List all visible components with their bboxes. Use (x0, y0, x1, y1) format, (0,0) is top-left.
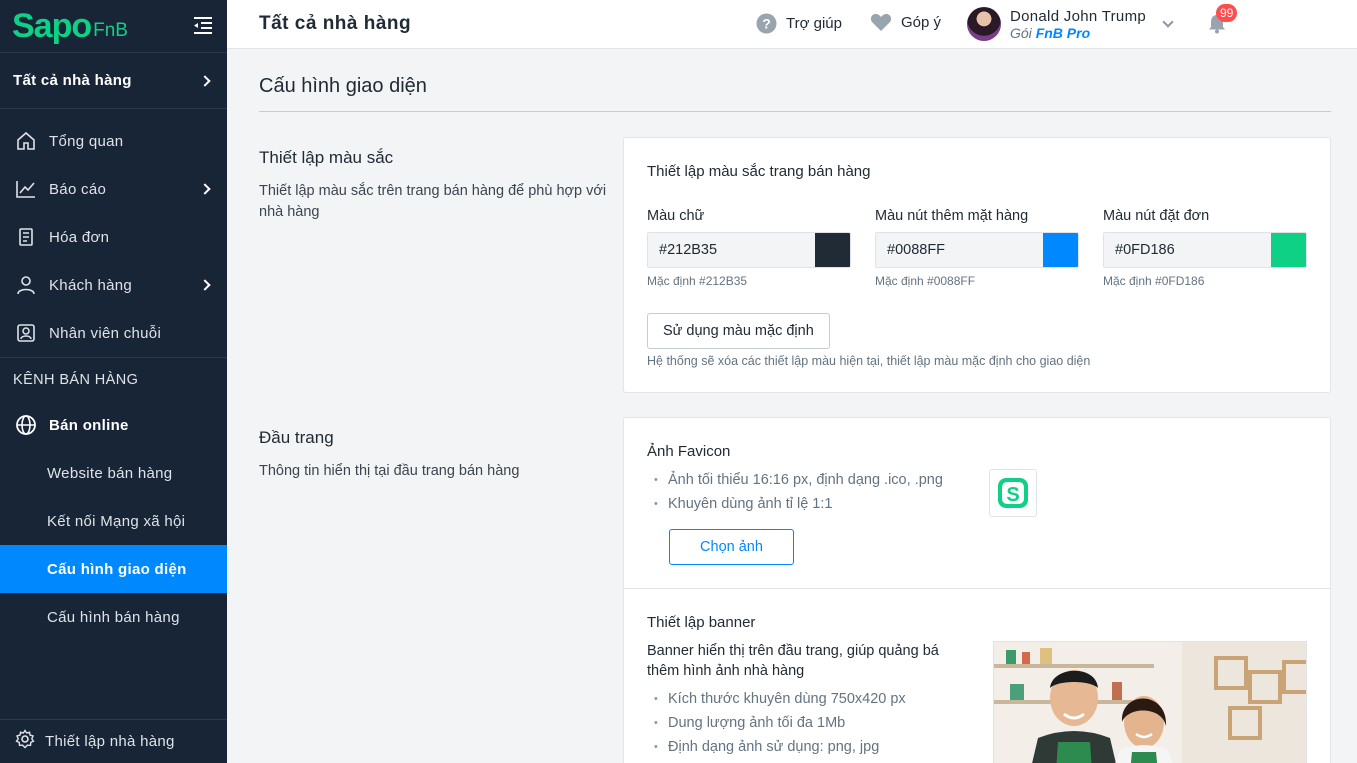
globe-icon (15, 414, 37, 436)
nav-item-reports[interactable]: Báo cáo (0, 165, 227, 213)
receipt-icon (15, 226, 37, 248)
chevron-right-icon (199, 279, 211, 291)
chart-icon (15, 178, 37, 200)
order-button-color-swatch[interactable] (1271, 233, 1306, 267)
colors-card-title: Thiết lập màu sắc trang bán hàng (647, 163, 871, 180)
reset-hint: Hệ thống sẽ xóa các thiết lập màu hiện t… (647, 354, 1091, 368)
user-menu[interactable]: Donald John Trump Gói FnB Pro (967, 7, 1174, 41)
store-selector[interactable]: Tất cả nhà hàng (0, 53, 227, 109)
svg-text:?: ? (762, 16, 771, 32)
nav-item-customers[interactable]: Khách hàng (0, 261, 227, 309)
gear-icon (15, 729, 35, 754)
banner-requirements: Kích thước khuyên dùng 750x420 px Dung l… (654, 687, 906, 759)
favicon-title: Ảnh Favicon (647, 443, 731, 460)
header-section-description: Thông tin hiển thị tại đầu trang bán hàn… (259, 463, 520, 479)
nav-item-overview[interactable]: Tổng quan (0, 117, 227, 165)
add-item-color-field: Màu nút thêm mặt hàng #0088FF Mặc định #… (875, 208, 1079, 288)
use-default-colors-button[interactable]: Sử dụng màu mặc định (647, 313, 830, 349)
sub-item-website[interactable]: Website bán hàng (0, 449, 227, 497)
colors-card: Thiết lập màu sắc trang bán hàng Màu chữ… (623, 137, 1331, 393)
favicon-requirements: Ảnh tối thiểu 16:16 px, định dạng .ico, … (654, 468, 943, 516)
favicon-preview: S (989, 469, 1037, 517)
sub-item-social[interactable]: Kết nối Mạng xã hội (0, 497, 227, 545)
store-selector-label: Tất cả nhà hàng (13, 72, 132, 89)
sidebar: Sapo FnB Tất cả nhà hàng Tổng quan Báo c… (0, 0, 227, 763)
add-item-color-swatch[interactable] (1043, 233, 1078, 267)
favicon-card: Ảnh Favicon Ảnh tối thiểu 16:16 px, định… (623, 417, 1331, 589)
text-color-input[interactable]: #212B35 (647, 232, 851, 268)
question-icon: ? (756, 13, 777, 34)
heart-icon (870, 13, 892, 32)
divider (259, 111, 1331, 112)
banner-card: Thiết lập banner Banner hiển thị trên đầ… (623, 588, 1331, 763)
add-item-color-input[interactable]: #0088FF (875, 232, 1079, 268)
svg-text:S: S (1006, 484, 1019, 506)
text-color-field: Màu chữ #212B35 Mặc định #212B35 (647, 208, 851, 288)
banner-title: Thiết lập banner (647, 614, 756, 631)
logo-row: Sapo FnB (0, 0, 227, 53)
colors-section-description: Thiết lập màu sắc trên trang bán hàng để… (259, 183, 607, 220)
chevron-right-icon (199, 183, 211, 195)
order-button-color-input[interactable]: #0FD186 (1103, 232, 1307, 268)
sub-item-theme-config[interactable]: Cấu hình giao diện (0, 545, 227, 593)
home-icon (15, 130, 37, 152)
notification-badge: 99 (1216, 4, 1238, 22)
settings-link[interactable]: Thiết lập nhà hàng (0, 719, 227, 763)
choose-image-button[interactable]: Chọn ảnh (669, 529, 794, 565)
chevron-right-icon (199, 74, 211, 87)
section-label-sales-channels: KÊNH BÁN HÀNG (0, 357, 227, 401)
sapo-favicon-icon: S (998, 478, 1028, 508)
nav-item-invoices[interactable]: Hóa đơn (0, 213, 227, 261)
staff-icon (15, 322, 37, 344)
nav-item-chain-staff[interactable]: Nhân viên chuỗi (0, 309, 227, 357)
colors-section-title: Thiết lập màu sắc (259, 148, 394, 167)
sapo-logo[interactable]: Sapo FnB (12, 9, 128, 43)
user-plan: Gói FnB Pro (1010, 24, 1091, 41)
header-title: Tất cả nhà hàng (259, 13, 412, 34)
help-link[interactable]: ? Trợ giúp (756, 13, 842, 34)
top-header: Tất cả nhà hàng ? Trợ giúp Góp ý Donald … (227, 0, 1357, 49)
page-title: Cấu hình giao diện (259, 75, 427, 97)
banner-description: Banner hiển thị trên đầu trang, giúp quả… (647, 643, 939, 679)
user-name: Donald John Trump (1010, 7, 1147, 25)
main-content: Cấu hình giao diện Thiết lập màu sắc Thi… (227, 49, 1357, 763)
collapse-menu-icon[interactable] (193, 16, 213, 36)
text-color-swatch[interactable] (815, 233, 850, 267)
header-section-title: Đầu trang (259, 428, 334, 447)
order-button-color-field: Màu nút đặt đơn #0FD186 Mặc định #0FD186 (1103, 208, 1307, 288)
avatar (967, 7, 1001, 41)
sub-item-sales-config[interactable]: Cấu hình bán hàng (0, 593, 227, 641)
feedback-link[interactable]: Góp ý (870, 13, 941, 32)
chevron-down-icon (1162, 16, 1174, 28)
user-icon (15, 274, 37, 296)
nav-item-online-sales[interactable]: Bán online (0, 401, 227, 449)
banner-image (993, 641, 1307, 763)
